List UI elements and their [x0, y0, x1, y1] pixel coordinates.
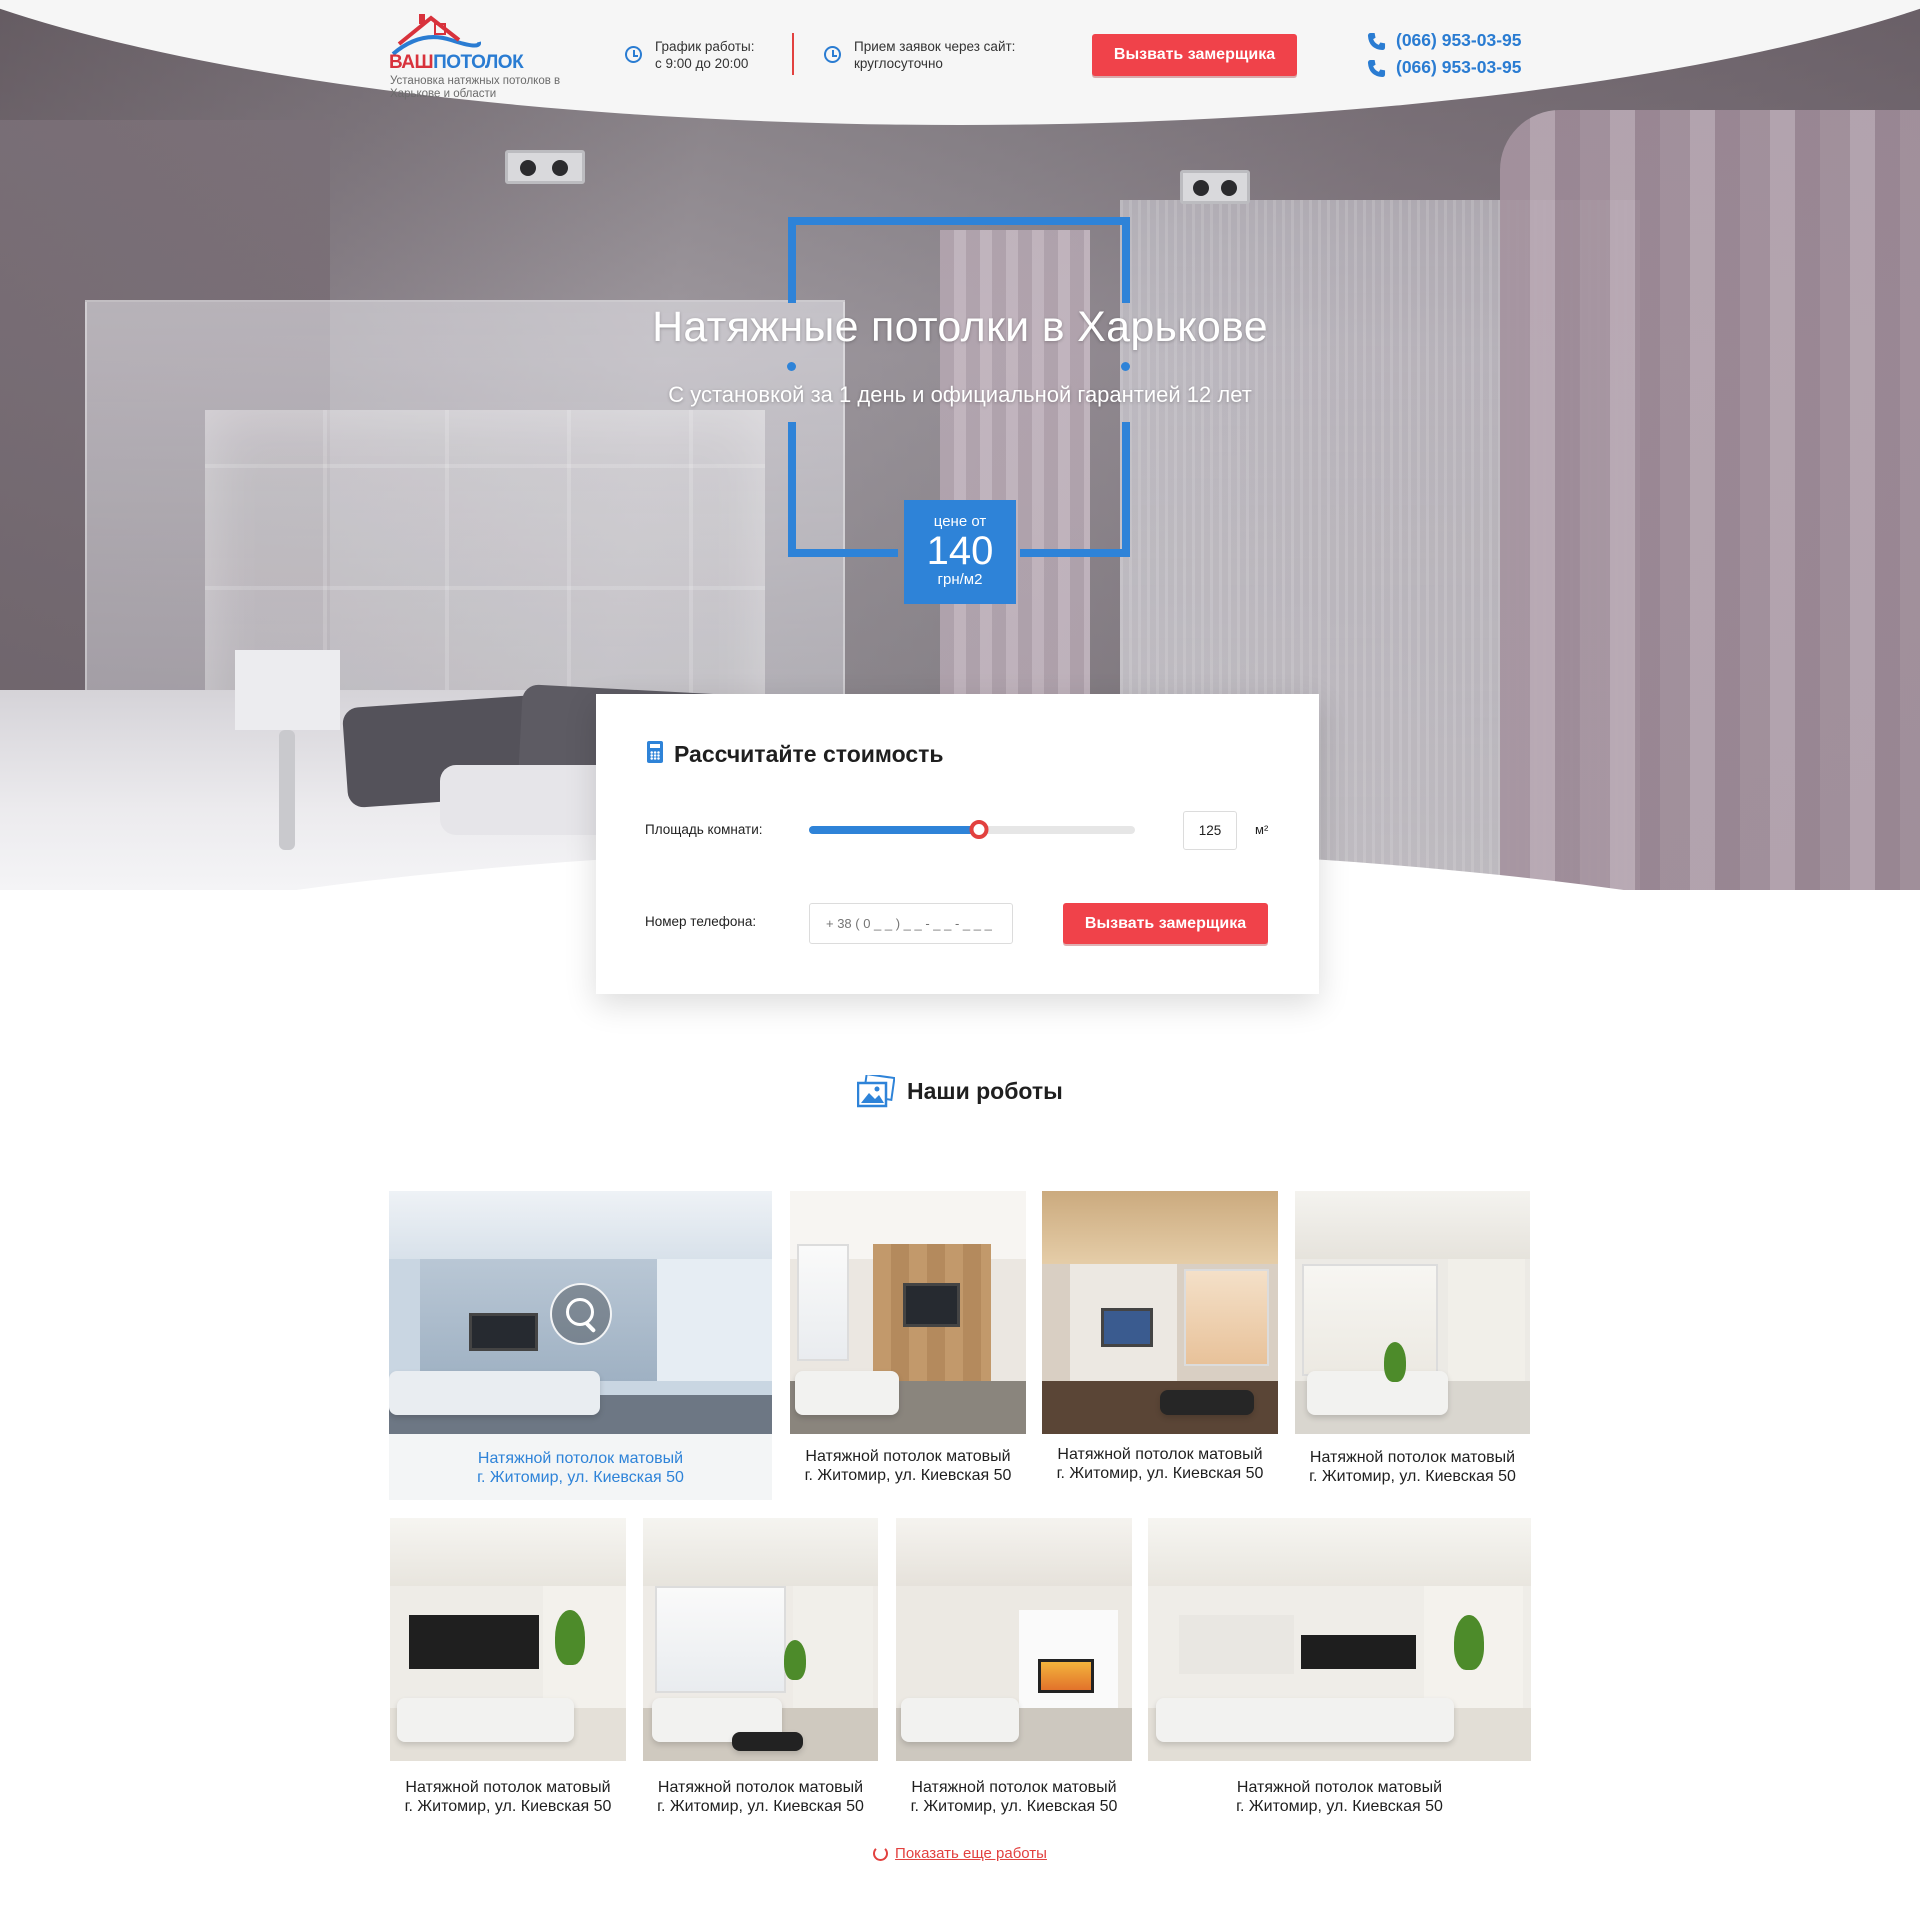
logo-wordmark: ВАШПОТОЛОК	[389, 52, 524, 73]
area-slider[interactable]	[809, 820, 1135, 839]
work-card[interactable]: Натяжной потолок матовый г. Житомир, ул.…	[1295, 1191, 1530, 1496]
work-caption: Натяжной потолок матовый г. Житомир, ул.…	[657, 1779, 864, 1815]
site-header: ВАШПОТОЛОК Установка натяжных потолков в…	[0, 0, 1920, 110]
work-caption: Натяжной потолок матовый г. Житомир, ул.…	[477, 1450, 684, 1486]
work-card[interactable]: Натяжной потолок матовый г. Житомир, ул.…	[1042, 1191, 1278, 1496]
calculator-icon	[647, 741, 663, 763]
work-schedule: График работы: с 9:00 до 20:00	[625, 38, 754, 72]
work-card[interactable]: Натяжной потолок матовый г. Житомир, ул.…	[896, 1518, 1132, 1818]
gallery-icon	[857, 1075, 895, 1108]
hero-title: Натяжные потолки в Харькове	[652, 303, 1268, 351]
request-hours: Прием заявок через сайт: круглосуточно	[824, 38, 1015, 72]
cost-calculator: Рассчитайте стоимость Площадь комнати: 1…	[596, 694, 1319, 994]
phone-input[interactable]	[809, 903, 1013, 944]
clock-icon	[824, 46, 841, 63]
work-card[interactable]: Натяжной потолок матовый г. Житомир, ул.…	[390, 1518, 626, 1818]
price-badge: цене от 140 грн/м2	[904, 500, 1016, 604]
slider-handle[interactable]	[969, 820, 989, 839]
header-divider	[792, 33, 794, 75]
slider-fill	[809, 826, 979, 834]
show-more-link[interactable]: Показать еще работы	[873, 1845, 1047, 1862]
ceiling-spotlight	[505, 150, 585, 184]
work-card[interactable]: Натяжной потолок матовый г. Житомир, ул.…	[790, 1191, 1026, 1496]
work-card[interactable]: Натяжной потолок матовый г. Житомир, ул.…	[1148, 1518, 1531, 1818]
logo-tagline: Установка натяжных потолков в Харькове и…	[390, 75, 561, 100]
work-photo	[390, 1518, 626, 1761]
work-caption: Натяжной потолок матовый г. Житомир, ул.…	[804, 1448, 1012, 1484]
work-card[interactable]: Натяжной потолок матовый г. Житомир, ул.…	[643, 1518, 878, 1818]
work-card[interactable]: Натяжной потолок матовый г. Житомир, ул.…	[389, 1191, 772, 1500]
work-photo	[1042, 1191, 1278, 1434]
work-caption: Натяжной потолок матовый г. Житомир, ул.…	[1236, 1779, 1443, 1815]
table-lamp	[215, 650, 340, 850]
works-title: Наши роботы	[907, 1078, 1063, 1104]
logo[interactable]: ВАШПОТОЛОК Установка натяжных потолков в…	[389, 10, 569, 105]
work-caption: Натяжной потолок матовый г. Житомир, ул.…	[910, 1779, 1118, 1815]
phone-list: (066) 953-03-95 (066) 953-03-95	[1367, 30, 1522, 84]
refresh-icon	[873, 1846, 889, 1861]
work-photo	[1148, 1518, 1531, 1761]
phone-icon	[1367, 59, 1386, 78]
phone-link[interactable]: (066) 953-03-95	[1367, 57, 1522, 84]
calculator-submit-button[interactable]: Вызвать замерщика	[1063, 903, 1268, 944]
phone-icon	[1367, 32, 1386, 51]
work-photo	[1295, 1191, 1530, 1434]
area-label: Площадь комнати:	[645, 822, 763, 837]
phone-label: Номер телефона:	[645, 914, 757, 929]
work-photo	[643, 1518, 878, 1761]
area-input[interactable]: 125	[1183, 811, 1237, 850]
work-photo	[790, 1191, 1026, 1434]
work-caption: Натяжной потолок матовый г. Житомир, ул.…	[1309, 1449, 1516, 1485]
area-unit: м²	[1255, 822, 1269, 837]
hero-subtitle: С установкой за 1 день и официальной гар…	[668, 382, 1252, 407]
phone-link[interactable]: (066) 953-03-95	[1367, 30, 1522, 57]
work-photo	[896, 1518, 1132, 1761]
ceiling-spotlight	[1180, 170, 1250, 204]
house-roof-icon	[391, 14, 481, 56]
calculator-title: Рассчитайте стоимость	[674, 741, 944, 767]
work-caption: Натяжной потолок матовый г. Житомир, ул.…	[404, 1779, 612, 1815]
zoom-icon[interactable]	[550, 1283, 612, 1345]
show-more: Показать еще работы	[0, 1845, 1920, 1863]
work-caption: Натяжной потолок матовый г. Житомир, ул.…	[1056, 1446, 1264, 1482]
call-measurer-button[interactable]: Вызвать замерщика	[1092, 34, 1297, 76]
clock-icon	[625, 46, 642, 63]
